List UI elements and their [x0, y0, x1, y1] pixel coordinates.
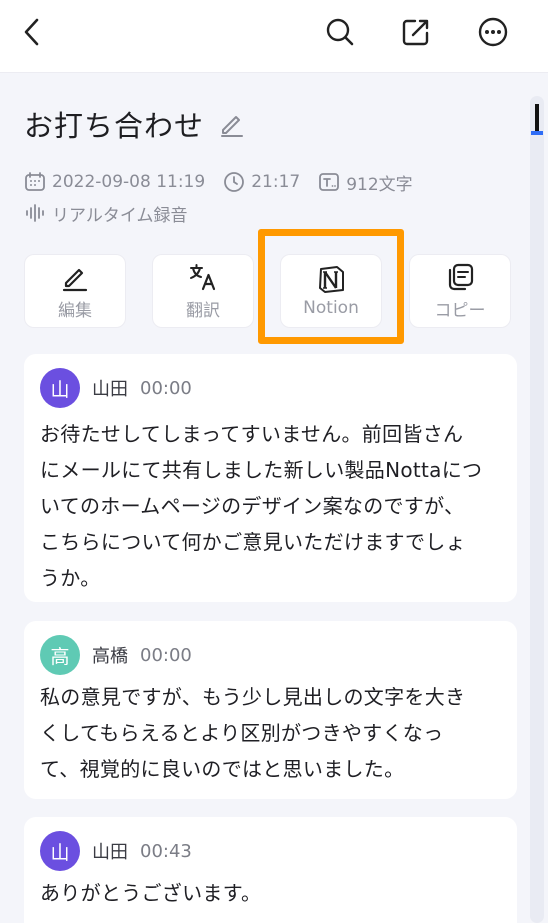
translate-icon: [190, 263, 216, 290]
transcript-entry: 山 山田 00:43 ありがとうございます。: [24, 817, 517, 923]
text-count-icon: [319, 173, 340, 191]
more-button[interactable]: [475, 14, 511, 50]
timestamp[interactable]: 00:00: [140, 378, 192, 399]
speaker-name: 山田: [92, 379, 128, 400]
top-bar: [0, 0, 548, 73]
scrollbar-track[interactable]: [530, 96, 544, 923]
avatar: 高: [40, 635, 80, 675]
avatar: 山: [40, 368, 80, 408]
share-icon: [402, 19, 429, 46]
note-source: リアルタイム録音: [24, 201, 188, 226]
scrollbar-thumb[interactable]: [530, 100, 544, 138]
speaker-name: 高橋: [92, 646, 128, 667]
more-icon: [478, 17, 508, 47]
transcript-text[interactable]: お待たせしてしまってすいません。前回皆さん にメールにて共有しました新しい製品N…: [40, 416, 505, 596]
timestamp[interactable]: 00:00: [140, 645, 192, 666]
edit-button[interactable]: 編集: [24, 254, 126, 328]
notion-highlight-box: [258, 229, 404, 344]
search-button[interactable]: [322, 14, 358, 50]
share-button[interactable]: [398, 14, 434, 50]
title-row: お打ち合わせ: [24, 104, 246, 144]
speaker-row: 高 高橋 00:00: [40, 635, 192, 675]
edit-button-label: 編集: [58, 300, 92, 321]
transcript-text[interactable]: 私の意見ですが、もう少し見出しの文字を大き くしてもらえるとより区別がつきやすく…: [40, 679, 505, 787]
waveform-icon: [26, 204, 44, 222]
chevron-left-icon: [24, 18, 39, 46]
back-button[interactable]: [14, 14, 50, 50]
speaker-name: 山田: [92, 842, 128, 863]
copy-button[interactable]: コピー: [409, 254, 511, 328]
translate-button[interactable]: 翻訳: [152, 254, 254, 328]
speaker-row: 山 山田 00:43: [40, 831, 192, 871]
calendar-icon: [25, 172, 45, 191]
transcript-text[interactable]: ありがとうございます。: [40, 875, 505, 911]
note-duration: 21:17: [251, 172, 301, 192]
edit-title-icon[interactable]: [218, 110, 246, 138]
copy-icon: [448, 263, 474, 290]
search-icon: [326, 18, 354, 46]
avatar: 山: [40, 831, 80, 871]
copy-button-label: コピー: [434, 300, 486, 321]
translate-button-label: 翻訳: [186, 300, 220, 321]
note-char-count: 912文字: [346, 174, 413, 195]
speaker-row: 山 山田 00:00: [40, 368, 192, 408]
clock-icon: [224, 172, 245, 192]
note-title: お打ち合わせ: [24, 109, 205, 143]
note-date: 2022-09-08 11:19: [52, 172, 206, 192]
pencil-icon: [62, 268, 88, 291]
note-meta: 2022-09-08 11:19 21:17 912文字: [24, 170, 431, 195]
transcript-entry: 高 高橋 00:00 私の意見ですが、もう少し見出しの文字を大き くしてもらえる…: [24, 621, 517, 799]
timestamp[interactable]: 00:43: [140, 841, 192, 862]
note-source-label: リアルタイム録音: [52, 205, 188, 226]
transcript-entry: 山 山田 00:00 お待たせしてしまってすいません。前回皆さん にメールにて共…: [24, 354, 517, 602]
